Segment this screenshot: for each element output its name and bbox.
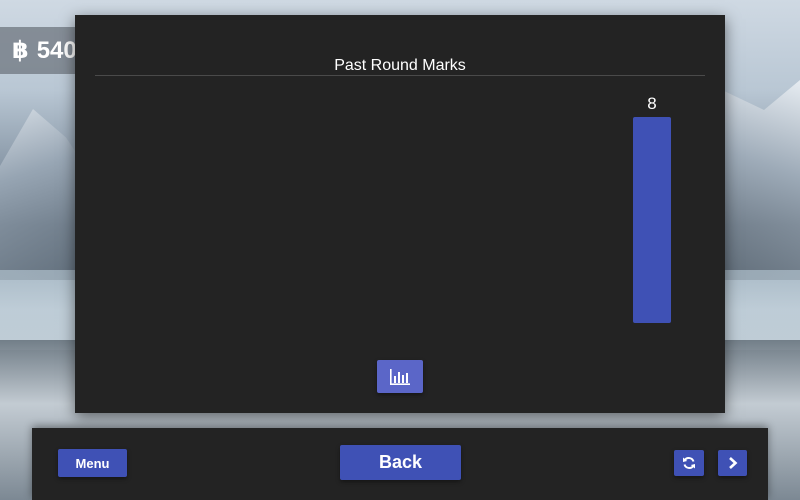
menu-button[interactable]: Menu	[58, 449, 127, 477]
bitcoin-icon: ฿	[12, 37, 29, 64]
chart-toggle-button[interactable]	[377, 360, 423, 393]
currency-amount: 540	[36, 36, 77, 64]
bottom-bar: Menu Back	[32, 428, 768, 500]
chart-bar-label: 8	[647, 94, 656, 113]
bar-chart-icon	[390, 368, 410, 385]
next-button[interactable]	[718, 450, 747, 476]
chart-bar	[633, 117, 671, 323]
past-rounds-modal: Past Round Marks 8	[75, 15, 725, 413]
modal-title: Past Round Marks	[334, 57, 466, 74]
modal-divider	[95, 75, 705, 76]
refresh-button[interactable]	[674, 450, 704, 476]
chevron-right-icon	[728, 457, 737, 469]
back-button[interactable]: Back	[340, 445, 461, 480]
refresh-icon	[683, 457, 695, 469]
marks-bar-chart: 8	[633, 94, 671, 323]
